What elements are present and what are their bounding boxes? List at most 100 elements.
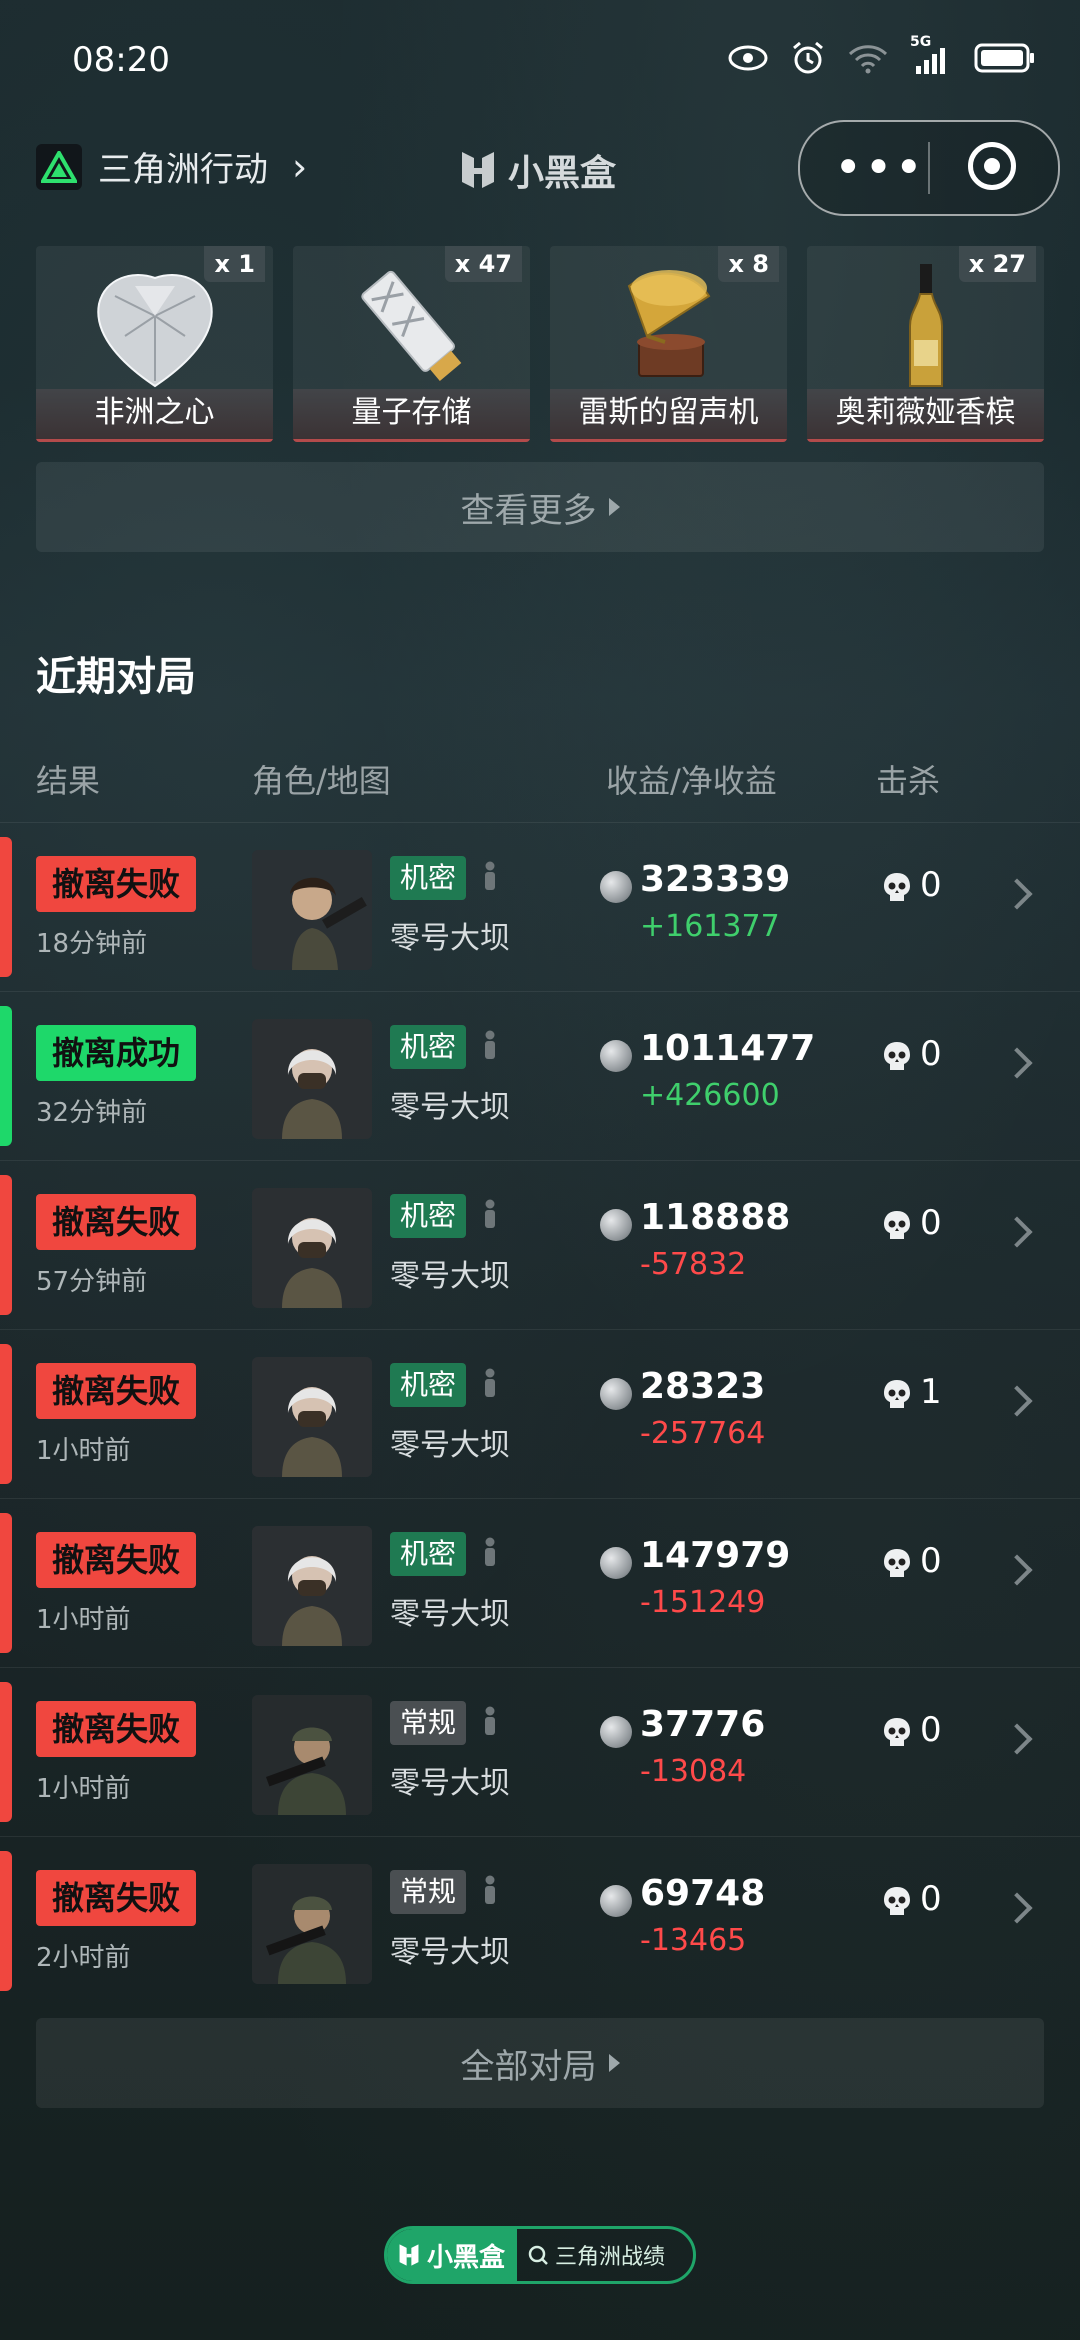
person-icon (485, 1368, 495, 1397)
match-row[interactable]: 撤离失败 18分钟前 机密 零号大坝 323339 +161377 0 (0, 822, 1080, 991)
time-ago: 57分钟前 (36, 1267, 148, 1297)
more-options-icon[interactable]: ••• (834, 140, 925, 196)
wifi-icon (848, 45, 888, 74)
income-value: 118888 (640, 1197, 791, 1238)
battery-icon (974, 43, 1034, 73)
chevron-right-icon[interactable] (1001, 1892, 1033, 1924)
result-badge: 撤离成功 (36, 1025, 197, 1081)
match-row[interactable]: 撤离失败 57分钟前 机密 零号大坝 118888 -57832 0 (0, 1160, 1080, 1329)
skull-icon (884, 1887, 910, 1915)
match-row[interactable]: 撤离失败 1小时前 机密 零号大坝 147979 -151249 0 (0, 1498, 1080, 1667)
result-color-bar (0, 1006, 12, 1146)
person-icon (485, 1030, 495, 1059)
item-card[interactable]: x 47 量子存储 (293, 246, 530, 442)
mode-badge: 机密 (390, 1194, 467, 1238)
capsule-menu: ••• (798, 120, 1060, 216)
chevron-right-icon[interactable] (1001, 1554, 1033, 1586)
operator-avatar (252, 1526, 372, 1646)
item-name: 量子存储 (293, 389, 530, 442)
column-header-role-map: 角色/地图 (252, 762, 391, 800)
chevron-right-icon[interactable] (1001, 1216, 1033, 1248)
net-income-value: -257764 (640, 1416, 766, 1451)
operator-avatar (252, 1695, 372, 1815)
result-badge: 撤离失败 (36, 856, 197, 912)
match-row[interactable]: 撤离失败 1小时前 机密 零号大坝 28323 -257764 1 (0, 1329, 1080, 1498)
result-color-bar (0, 1682, 12, 1822)
net-income-value: +426600 (640, 1078, 780, 1113)
app-switcher[interactable]: 三角洲行动 › (36, 142, 307, 191)
result-badge: 撤离失败 (36, 1194, 197, 1250)
operator-avatar (252, 1864, 372, 1984)
caret-right-icon (608, 2054, 620, 2072)
column-header-result: 结果 (36, 762, 101, 800)
person-icon (485, 1199, 495, 1228)
coin-icon (600, 1040, 632, 1072)
quantum-storage-icon (293, 256, 530, 396)
footer-tag-label: 三角洲战绩 (555, 2245, 666, 2270)
result-badge: 撤离失败 (36, 1532, 197, 1588)
view-more-button[interactable]: 查看更多 (36, 462, 1044, 552)
mode-badge: 机密 (390, 856, 467, 900)
chevron-right-icon[interactable] (1001, 878, 1033, 910)
kill-count: 0 (920, 1541, 942, 1581)
result-color-bar (0, 1175, 12, 1315)
footer-badge[interactable]: 小黑盒 三角洲战绩 (384, 2226, 696, 2284)
chevron-right-icon: › (292, 144, 308, 189)
heybox-logo-icon (462, 152, 494, 188)
item-name: 雷斯的留声机 (550, 389, 787, 442)
result-badge: 撤离失败 (36, 1363, 197, 1419)
alarm-icon (793, 41, 823, 74)
view-more-label: 查看更多 (460, 490, 597, 531)
status-bar: 08:20 5G (0, 0, 1080, 120)
footer-tag: 三角洲战绩 (517, 2239, 675, 2271)
kill-count: 0 (920, 865, 942, 905)
status-icons: 5G (728, 34, 1036, 76)
mode-badge: 机密 (390, 1025, 467, 1069)
match-row[interactable]: 撤离成功 32分钟前 机密 零号大坝 1011477 +426600 0 (0, 991, 1080, 1160)
column-header-kills: 击杀 (876, 762, 941, 800)
chevron-right-icon[interactable] (1001, 1385, 1033, 1417)
time-ago: 18分钟前 (36, 929, 148, 959)
match-row[interactable]: 撤离失败 2小时前 常规 零号大坝 69748 -13465 0 (0, 1836, 1080, 2005)
time-ago: 1小时前 (36, 1774, 131, 1804)
map-name: 零号大坝 (390, 921, 510, 956)
time-ago: 1小时前 (36, 1605, 131, 1635)
net-income-value: +161377 (640, 909, 780, 944)
close-miniprogram-icon[interactable] (968, 142, 1016, 190)
time-ago: 1小时前 (36, 1436, 131, 1466)
match-list: 撤离失败 18分钟前 机密 零号大坝 323339 +161377 0 撤离成功… (0, 822, 1080, 2005)
skull-icon (884, 1211, 910, 1239)
item-card[interactable]: x 8 雷斯的留声机 (550, 246, 787, 442)
chevron-right-icon[interactable] (1001, 1723, 1033, 1755)
net-income-value: -13084 (640, 1754, 747, 1789)
result-color-bar (0, 837, 12, 977)
all-matches-button[interactable]: 全部对局 (36, 2018, 1044, 2108)
person-icon (485, 1706, 495, 1735)
match-row[interactable]: 撤离失败 1小时前 常规 零号大坝 37776 -13084 0 (0, 1667, 1080, 1836)
chevron-right-icon[interactable] (1001, 1047, 1033, 1079)
section-title: 近期对局 (36, 654, 196, 700)
net-income-value: -151249 (640, 1585, 766, 1620)
item-card[interactable]: x 1 非洲之心 (36, 246, 273, 442)
item-collection: x 1 非洲之心 x 47 量子存储 x 8 雷斯的留声机 x 27 奥莉薇娅香… (36, 246, 1044, 442)
delta-force-logo-icon (36, 143, 82, 190)
mode-badge: 常规 (390, 1870, 467, 1914)
operator-avatar (252, 1188, 372, 1308)
coin-icon (600, 1547, 632, 1579)
item-name: 非洲之心 (36, 389, 273, 442)
income-value: 37776 (640, 1704, 766, 1745)
result-badge: 撤离失败 (36, 1870, 197, 1926)
eye-icon (728, 45, 768, 71)
coin-icon (600, 871, 632, 903)
mode-badge: 机密 (390, 1363, 467, 1407)
column-header-income: 收益/净收益 (606, 762, 777, 800)
item-card[interactable]: x 27 奥莉薇娅香槟 (807, 246, 1044, 442)
income-value: 28323 (640, 1366, 766, 1407)
result-badge: 撤离失败 (36, 1701, 197, 1757)
person-icon (485, 1537, 495, 1566)
kill-count: 0 (920, 1203, 942, 1243)
skull-icon (884, 1042, 910, 1070)
map-name: 零号大坝 (390, 1597, 510, 1632)
mode-badge: 机密 (390, 1532, 467, 1576)
skull-icon (884, 1549, 910, 1577)
